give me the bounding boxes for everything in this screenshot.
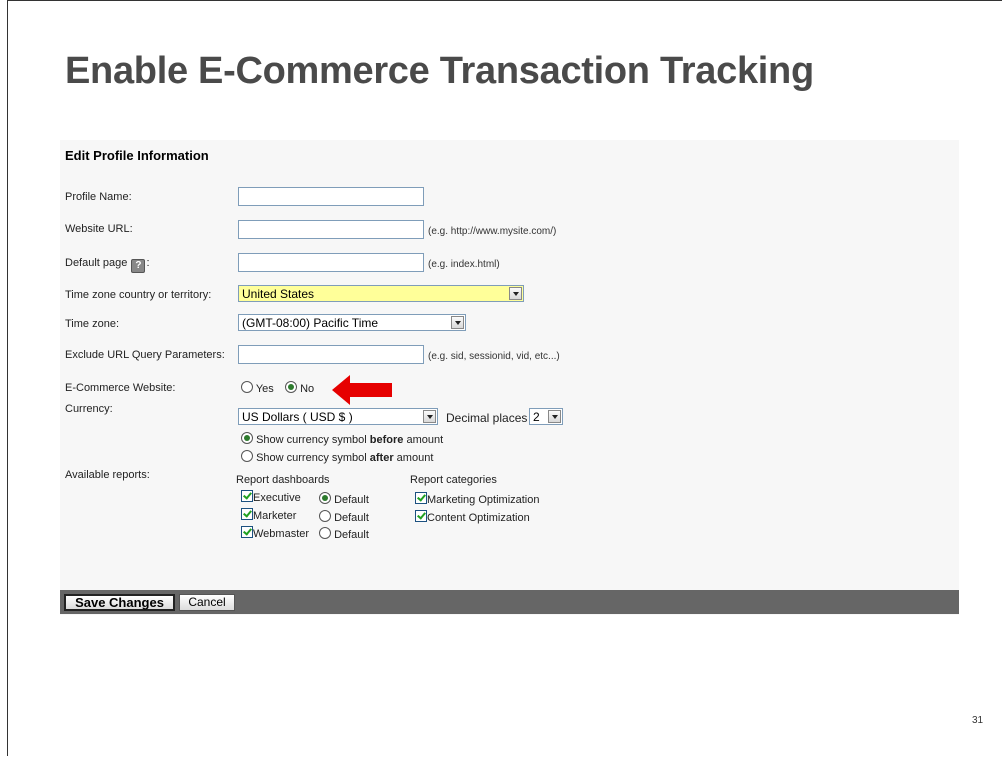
dashboard-item[interactable]: Webmaster [241,526,309,540]
symbol-after-text-post: amount [393,452,434,464]
tz-country-label: Time zone country or territory: [65,289,212,301]
symbol-after-option[interactable]: Show currency symbol after amount [241,450,433,464]
chevron-down-icon[interactable] [423,410,436,423]
ecommerce-yes-radio[interactable] [241,381,253,393]
default-page-hint: (e.g. index.html) [428,259,500,270]
symbol-before-text-post: amount [403,434,444,446]
symbol-after-text-pre: Show currency symbol [256,452,370,464]
category-name: Marketing Optimization [427,494,540,506]
symbol-after-text-bold: after [369,452,394,464]
currency-value: US Dollars ( USD $ ) [242,410,353,424]
time-zone-label: Time zone: [65,318,120,330]
dashboard-default-radio[interactable] [319,492,331,504]
dashboard-default-option[interactable]: Default [319,492,369,506]
symbol-before-text-pre: Show currency symbol [256,434,370,446]
dashboard-item[interactable]: Executive [241,490,301,504]
cancel-button[interactable]: Cancel [179,594,235,611]
question-help-icon[interactable]: ? [131,259,146,273]
edit-profile-panel: Edit Profile Information Profile Name: W… [60,140,959,615]
dashboard-name: Marketer [253,510,297,522]
dashboard-default-label: Default [334,494,369,506]
category-checkbox[interactable] [415,510,427,522]
website-url-label: Website URL: [65,223,133,235]
save-changes-button[interactable]: Save Changes [64,594,175,611]
form-action-bar: Save Changes Cancel [60,590,959,614]
section-title: Edit Profile Information [65,148,209,163]
decimal-places-label: Decimal places [446,411,528,425]
symbol-before-option[interactable]: Show currency symbol before amount [241,432,443,446]
exclude-params-input[interactable] [238,345,424,364]
slide-title: Enable E-Commerce Transaction Tracking [65,50,814,92]
exclude-params-label: Exclude URL Query Parameters: [65,349,225,361]
symbol-before-radio[interactable] [241,432,253,444]
dashboard-default-option[interactable]: Default [319,527,369,541]
tz-country-value: United States [242,287,315,301]
dashboard-checkbox[interactable] [241,526,253,538]
default-page-input[interactable] [238,253,424,272]
decimal-places-select[interactable]: 2 [529,408,563,425]
available-reports-label: Available reports: [65,469,150,481]
website-url-hint: (e.g. http://www.mysite.com/) [428,226,557,237]
time-zone-select[interactable]: (GMT-08:00) Pacific Time [238,314,466,331]
report-categories-title: Report categories [410,474,497,486]
dashboard-default-option[interactable]: Default [319,510,369,524]
dashboard-item[interactable]: Marketer [241,508,296,522]
red-arrow-icon [332,375,392,405]
dashboard-checkbox[interactable] [241,490,253,502]
chevron-down-icon[interactable] [548,410,561,423]
chevron-down-icon[interactable] [451,316,464,329]
symbol-before-text-bold: before [369,434,404,446]
dashboard-default-label: Default [334,512,369,524]
ecommerce-no-radio[interactable] [285,381,297,393]
dashboard-default-radio[interactable] [319,527,331,539]
dashboard-name: Webmaster [253,528,310,540]
page-number: 31 [972,715,984,726]
time-zone-value: (GMT-08:00) Pacific Time [242,316,379,330]
dashboard-default-radio[interactable] [319,510,331,522]
symbol-after-radio[interactable] [241,450,253,462]
dashboard-checkbox[interactable] [241,508,253,520]
ecommerce-label: E-Commerce Website: [65,382,176,394]
ecommerce-yes-option[interactable]: Yes [241,381,274,395]
currency-select[interactable]: US Dollars ( USD $ ) [238,408,438,425]
dashboard-name: Executive [253,492,301,504]
default-page-label: Default page ?: [65,257,150,273]
ecommerce-no-option[interactable]: No [285,381,314,395]
default-page-label-colon: : [146,257,150,269]
profile-name-input[interactable] [238,187,424,206]
category-name: Content Optimization [427,512,530,524]
profile-name-label: Profile Name: [65,191,132,203]
ecommerce-yes-label: Yes [255,383,274,395]
currency-label: Currency: [65,403,113,415]
ecommerce-no-label: No [300,383,315,395]
category-checkbox[interactable] [415,492,427,504]
decimal-places-value: 2 [533,410,540,424]
category-item[interactable]: Marketing Optimization [415,492,540,506]
tz-country-select[interactable]: United States [238,285,524,302]
dashboard-default-label: Default [334,529,369,541]
exclude-params-hint: (e.g. sid, sessionid, vid, etc...) [428,351,560,362]
category-item[interactable]: Content Optimization [415,510,530,524]
website-url-input[interactable] [238,220,424,239]
report-dashboards-title: Report dashboards [236,474,330,486]
chevron-down-icon[interactable] [509,287,522,300]
default-page-label-text: Default page [65,257,128,269]
